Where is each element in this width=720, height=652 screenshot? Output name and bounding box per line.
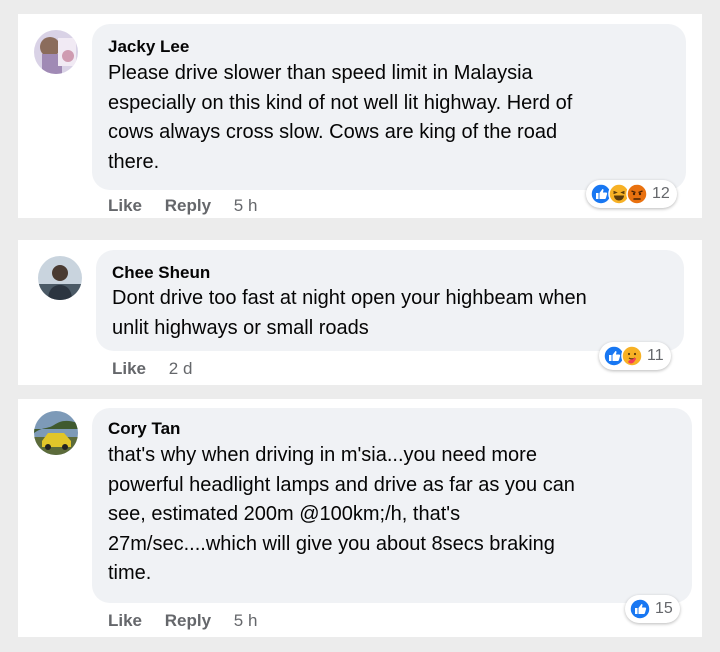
reply-button[interactable]: Reply [165,196,211,215]
care-icon [621,345,643,367]
like-button[interactable]: Like [108,611,142,630]
comment-3: Cory Tan that's why when driving in m'si… [18,399,702,637]
author-name[interactable]: Cory Tan [108,419,180,439]
comment-text: Please drive slower than speed limit in … [108,62,573,173]
reactions-summary[interactable]: 15 [625,595,680,623]
comment-text: that's why when driving in m'sia...you n… [108,444,575,584]
author-name[interactable]: Chee Sheun [112,263,210,283]
comment-bubble: Chee Sheun Dont drive too fast at night … [96,250,684,351]
comment-actions: Like Reply 5 h [108,611,275,631]
comment-1: Jacky Lee Please drive slower than speed… [18,14,702,218]
comment-actions: Like Reply 5 h [108,196,275,216]
comment-2: Chee Sheun Dont drive too fast at night … [18,240,702,385]
avatar[interactable] [34,30,78,74]
timestamp[interactable]: 5 h [234,611,258,630]
reaction-count: 12 [652,185,670,202]
timestamp[interactable]: 5 h [234,196,258,215]
author-name[interactable]: Jacky Lee [108,37,189,57]
like-button[interactable]: Like [108,196,142,215]
avatar[interactable] [38,256,82,300]
comment-bubble: Jacky Lee Please drive slower than speed… [92,24,686,190]
avatar[interactable] [34,411,78,455]
comment-actions: Like 2 d [112,359,210,379]
reactions-summary[interactable]: 12 [586,180,677,208]
reactions-summary[interactable]: 11 [599,342,671,370]
comment-bubble: Cory Tan that's why when driving in m'si… [92,408,692,603]
comment-text: Dont drive too fast at night open your h… [112,287,587,339]
reaction-count: 15 [655,600,673,617]
reply-button[interactable]: Reply [165,611,211,630]
reaction-count: 11 [647,347,664,364]
timestamp[interactable]: 2 d [169,359,193,378]
like-icon [629,598,651,620]
like-button[interactable]: Like [112,359,146,378]
angry-icon [626,183,648,205]
